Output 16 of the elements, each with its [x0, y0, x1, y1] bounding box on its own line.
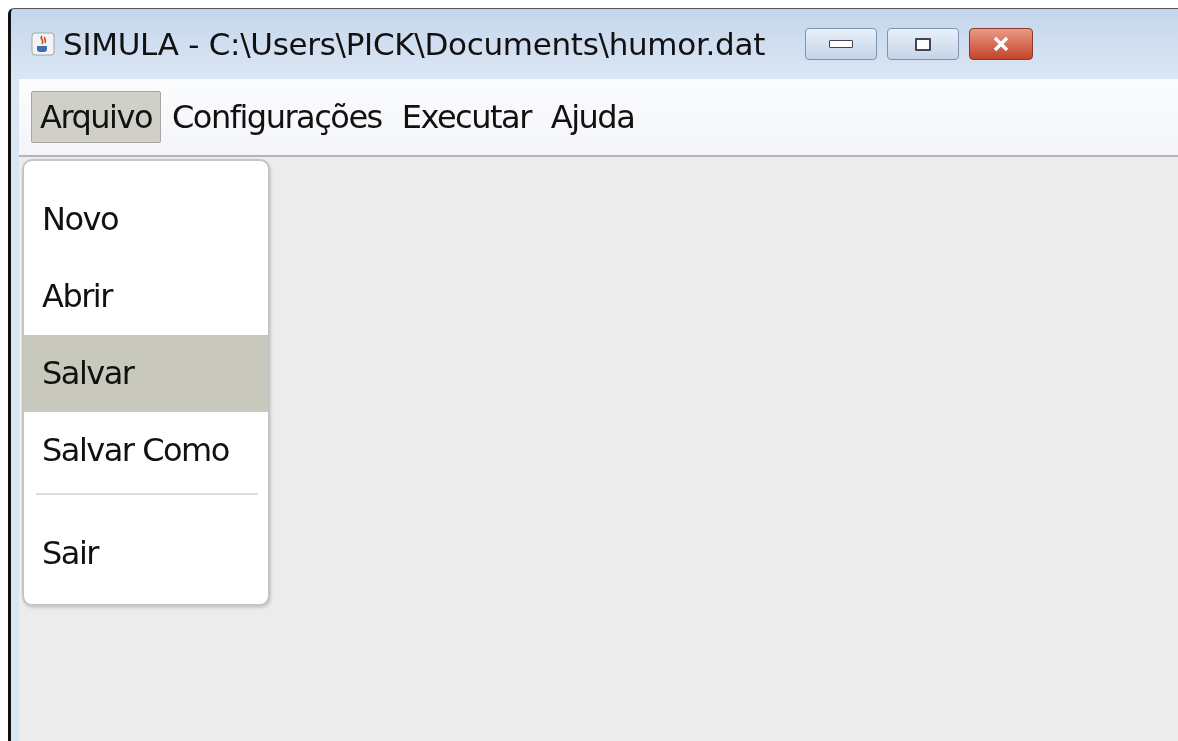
- menu-option[interactable]: Sair: [24, 515, 268, 592]
- menu-option[interactable]: Salvar: [24, 335, 268, 412]
- window-title: SIMULA - C:\Users\PICK\Documents\humor.dat: [63, 26, 766, 62]
- maximize-button[interactable]: [887, 28, 960, 60]
- menu-item[interactable]: Executar: [392, 91, 540, 143]
- cup-icon: [31, 32, 55, 56]
- menu-item[interactable]: Arquivo: [31, 91, 161, 143]
- menu-item[interactable]: Configurações: [163, 91, 391, 143]
- menu-item[interactable]: Ajuda: [541, 91, 644, 143]
- menu-option[interactable]: Salvar Como: [24, 412, 268, 489]
- minimize-button[interactable]: [805, 28, 878, 60]
- maximize-icon: [915, 37, 932, 51]
- menu-option[interactable]: Abrir: [24, 258, 268, 335]
- minimize-icon: [829, 40, 854, 48]
- menu-option[interactable]: Novo: [24, 181, 268, 258]
- close-button[interactable]: [969, 28, 1034, 60]
